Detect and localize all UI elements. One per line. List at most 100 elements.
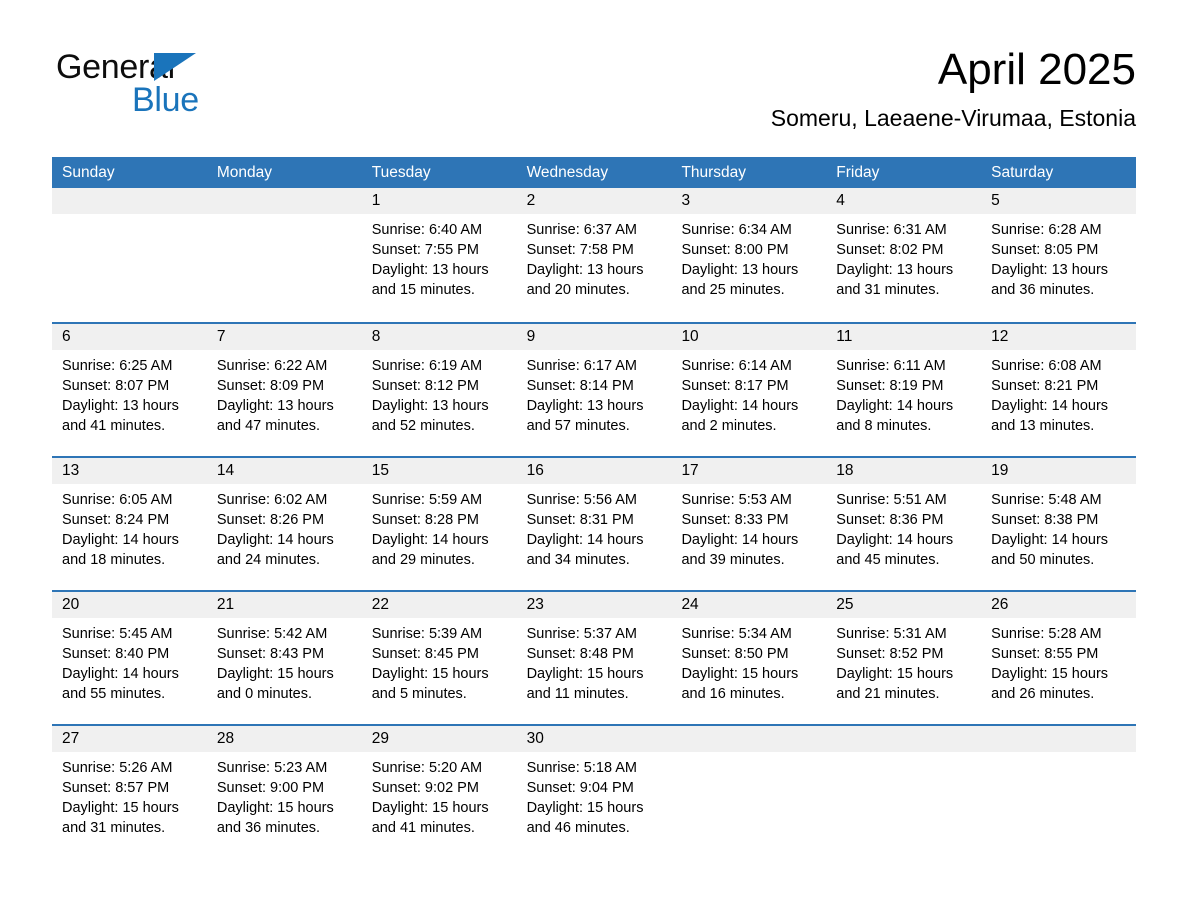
calendar-day-cell[interactable]: 4 Sunrise: 6:31 AM Sunset: 8:02 PM Daylight… <box>826 188 982 322</box>
day-number: 28 <box>206 726 362 752</box>
day-daylight1-text: Daylight: 14 hours <box>991 398 1109 414</box>
calendar-day-cell[interactable]: 3 Sunrise: 6:34 AM Sunset: 8:00 PM Daylight… <box>671 188 827 322</box>
day-sunrise-text: Sunrise: 5:34 AM <box>681 626 792 642</box>
day-daylight1-text: Daylight: 14 hours <box>216 532 334 548</box>
day-daylight2-text: and 41 minutes. <box>371 820 475 836</box>
general-blue-logo: General Blue <box>56 50 276 120</box>
calendar-day-cell[interactable]: 25 Sunrise: 5:31 AM Sunset: 8:52 PM Dayligh… <box>826 592 982 724</box>
day-sunrise-text: Sunrise: 5:48 AM <box>991 492 1102 508</box>
day-details: Sunrise: 5:31 AM Sunset: 8:52 PM Daylight:… <box>826 618 981 704</box>
day-sunset-text: Sunset: 9:04 PM <box>526 780 634 796</box>
calendar-day-cell[interactable]: 18 Sunrise: 5:51 AM Sunset: 8:36 PM Dayligh… <box>826 458 982 590</box>
day-daylight2-text: and 24 minutes. <box>216 552 321 568</box>
day-daylight1-text: Daylight: 15 hours <box>526 800 644 816</box>
calendar-day-cell[interactable]: 10 Sunrise: 6:14 AM Sunset: 8:17 PM Dayligh… <box>671 324 827 456</box>
day-number: 27 <box>52 726 207 752</box>
day-daylight1-text: Daylight: 14 hours <box>681 532 799 548</box>
day-number: 4 <box>826 188 982 214</box>
calendar-day-cell[interactable]: 2 Sunrise: 6:37 AM Sunset: 7:58 PM Daylight… <box>516 188 672 322</box>
day-number: 30 <box>516 726 672 752</box>
day-sunset-text: Sunset: 8:57 PM <box>62 780 170 796</box>
day-sunrise-text: Sunrise: 5:37 AM <box>526 626 637 642</box>
calendar-day-cell[interactable]: 16 Sunrise: 5:56 AM Sunset: 8:31 PM Dayligh… <box>516 458 672 590</box>
day-daylight1-text: Daylight: 15 hours <box>681 666 799 682</box>
day-number: 15 <box>361 458 517 484</box>
calendar-day-cell[interactable]: 22 Sunrise: 5:39 AM Sunset: 8:45 PM Dayligh… <box>361 592 517 724</box>
day-number <box>206 188 362 214</box>
day-daylight2-text: and 34 minutes. <box>526 552 630 568</box>
day-number: 3 <box>671 188 827 214</box>
day-daylight2-text: and 50 minutes. <box>991 552 1095 568</box>
calendar-day-cell[interactable]: 14 Sunrise: 6:02 AM Sunset: 8:26 PM Dayligh… <box>206 458 362 590</box>
day-number: 21 <box>206 592 362 618</box>
day-details: Sunrise: 6:11 AM Sunset: 8:19 PM Daylight:… <box>826 350 981 436</box>
day-sunrise-text: Sunrise: 5:59 AM <box>371 492 483 508</box>
day-sunset-text: Sunset: 8:38 PM <box>991 512 1099 528</box>
day-daylight2-text: and 47 minutes. <box>216 418 321 434</box>
day-daylight1-text: Daylight: 14 hours <box>836 398 954 414</box>
calendar-day-cell[interactable]: 11 Sunrise: 6:11 AM Sunset: 8:19 PM Dayligh… <box>826 324 982 456</box>
day-number: 18 <box>826 458 982 484</box>
calendar-day-cell-empty <box>206 188 362 322</box>
weekday-header-monday: Monday <box>216 164 273 181</box>
day-daylight1-text: Daylight: 13 hours <box>836 262 954 278</box>
day-sunrise-text: Sunrise: 5:42 AM <box>216 626 328 642</box>
calendar-day-cell[interactable]: 23 Sunrise: 5:37 AM Sunset: 8:48 PM Dayligh… <box>516 592 672 724</box>
calendar-day-cell[interactable]: 28 Sunrise: 5:23 AM Sunset: 9:00 PM Dayligh… <box>206 726 362 858</box>
calendar-day-cell[interactable]: 19 Sunrise: 5:48 AM Sunset: 8:38 PM Dayligh… <box>981 458 1137 590</box>
day-number <box>826 726 982 752</box>
page-title: April 2025 <box>937 45 1136 94</box>
calendar-day-cell[interactable]: 27 Sunrise: 5:26 AM Sunset: 8:57 PM Dayligh… <box>52 726 207 858</box>
calendar-day-cell-empty <box>981 726 1137 858</box>
day-sunset-text: Sunset: 7:55 PM <box>371 242 479 258</box>
day-details: Sunrise: 6:14 AM Sunset: 8:17 PM Daylight:… <box>671 350 826 436</box>
day-sunrise-text: Sunrise: 6:17 AM <box>526 358 637 374</box>
day-details: Sunrise: 6:19 AM Sunset: 8:12 PM Daylight:… <box>362 350 517 436</box>
day-number: 13 <box>52 458 207 484</box>
calendar-day-cell[interactable]: 7 Sunrise: 6:22 AM Sunset: 8:09 PM Daylight… <box>206 324 362 456</box>
day-number: 1 <box>361 188 517 214</box>
day-sunrise-text: Sunrise: 6:25 AM <box>62 358 173 374</box>
weekday-header-row: Sunday Monday Tuesday Wednesday Thursday Frid… <box>52 157 1136 188</box>
day-details: Sunrise: 5:42 AM Sunset: 8:43 PM Daylight:… <box>207 618 362 704</box>
day-sunset-text: Sunset: 8:40 PM <box>62 646 170 662</box>
calendar-day-cell[interactable]: 12 Sunrise: 6:08 AM Sunset: 8:21 PM Dayligh… <box>981 324 1137 456</box>
calendar-day-cell[interactable]: 5 Sunrise: 6:28 AM Sunset: 8:05 PM Daylight… <box>981 188 1137 322</box>
day-number: 22 <box>361 592 517 618</box>
calendar-day-cell[interactable]: 26 Sunrise: 5:28 AM Sunset: 8:55 PM Dayligh… <box>981 592 1137 724</box>
calendar-day-cell[interactable]: 29 Sunrise: 5:20 AM Sunset: 9:02 PM Dayligh… <box>361 726 517 858</box>
calendar-day-cell[interactable]: 15 Sunrise: 5:59 AM Sunset: 8:28 PM Dayligh… <box>361 458 517 590</box>
weekday-header-wednesday: Wednesday <box>526 164 609 181</box>
calendar-day-cell[interactable]: 24 Sunrise: 5:34 AM Sunset: 8:50 PM Dayligh… <box>671 592 827 724</box>
calendar-day-cell[interactable]: 9 Sunrise: 6:17 AM Sunset: 8:14 PM Daylight… <box>516 324 672 456</box>
day-details: Sunrise: 5:56 AM Sunset: 8:31 PM Daylight:… <box>517 484 672 570</box>
calendar-day-cell[interactable]: 21 Sunrise: 5:42 AM Sunset: 8:43 PM Dayligh… <box>206 592 362 724</box>
day-daylight2-text: and 0 minutes. <box>216 686 312 702</box>
calendar-day-cell[interactable]: 17 Sunrise: 5:53 AM Sunset: 8:33 PM Dayligh… <box>671 458 827 590</box>
day-daylight2-text: and 20 minutes. <box>526 282 630 298</box>
calendar-day-cell[interactable]: 8 Sunrise: 6:19 AM Sunset: 8:12 PM Daylight… <box>361 324 517 456</box>
day-details: Sunrise: 5:51 AM Sunset: 8:36 PM Daylight:… <box>826 484 981 570</box>
calendar-day-cell[interactable]: 6 Sunrise: 6:25 AM Sunset: 8:07 PM Daylight… <box>52 324 207 456</box>
day-daylight2-text: and 31 minutes. <box>62 820 166 836</box>
day-sunrise-text: Sunrise: 6:02 AM <box>216 492 328 508</box>
day-sunset-text: Sunset: 8:31 PM <box>526 512 634 528</box>
day-number: 12 <box>981 324 1137 350</box>
calendar-day-cell[interactable]: 20 Sunrise: 5:45 AM Sunset: 8:40 PM Dayligh… <box>52 592 207 724</box>
day-daylight1-text: Daylight: 13 hours <box>991 262 1109 278</box>
day-number: 24 <box>671 592 827 618</box>
day-number <box>52 188 207 214</box>
calendar-day-cell[interactable]: 30 Sunrise: 5:18 AM Sunset: 9:04 PM Dayligh… <box>516 726 672 858</box>
calendar-day-cell[interactable]: 1 Sunrise: 6:40 AM Sunset: 7:55 PM Daylight… <box>361 188 517 322</box>
calendar-day-cell[interactable]: 13 Sunrise: 6:05 AM Sunset: 8:24 PM Dayligh… <box>52 458 207 590</box>
day-sunset-text: Sunset: 8:33 PM <box>681 512 789 528</box>
day-number: 7 <box>206 324 362 350</box>
day-sunrise-text: Sunrise: 5:26 AM <box>62 760 173 776</box>
day-sunset-text: Sunset: 8:26 PM <box>216 512 325 528</box>
day-daylight2-text: and 13 minutes. <box>991 418 1095 434</box>
page-header: General Blue April 2025 Someru, Laeaene-… <box>0 0 1188 131</box>
day-number: 26 <box>981 592 1137 618</box>
day-sunrise-text: Sunrise: 5:39 AM <box>371 626 483 642</box>
day-number: 14 <box>206 458 362 484</box>
day-daylight1-text: Daylight: 15 hours <box>836 666 954 682</box>
